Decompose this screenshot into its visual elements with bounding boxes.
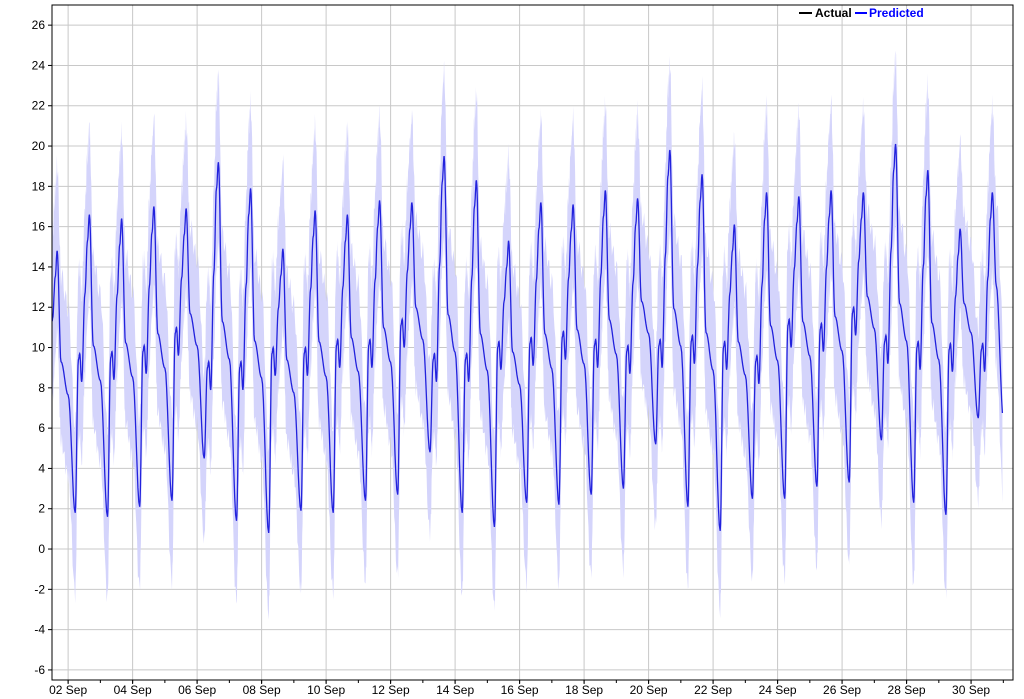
- x-tick-label: 18 Sep: [565, 683, 603, 697]
- y-tick-label: 12: [32, 300, 46, 314]
- y-tick-label: 6: [38, 421, 45, 435]
- x-axis: 02 Sep 04 Sep 06 Sep 08 Sep 10 Sep 12 Sep 14 S…: [49, 680, 1004, 697]
- y-tick-label: -2: [34, 582, 45, 596]
- y-tick-label: 24: [32, 58, 46, 72]
- y-tick-label: 18: [32, 179, 46, 193]
- x-tick-label: 08 Sep: [243, 683, 281, 697]
- chart-legend: Actual Predicted: [799, 6, 924, 20]
- x-tick-label: 28 Sep: [888, 683, 926, 697]
- y-tick-label: -6: [34, 663, 45, 677]
- y-tick-label: 22: [32, 99, 46, 113]
- x-tick-label: 10 Sep: [307, 683, 345, 697]
- y-tick-label: 10: [32, 341, 46, 355]
- x-tick-label: 12 Sep: [372, 683, 410, 697]
- x-tick-label: 16 Sep: [501, 683, 539, 697]
- y-tick-label: 26: [32, 18, 46, 32]
- y-tick-label: -4: [34, 623, 45, 637]
- y-tick-label: 0: [38, 542, 45, 556]
- x-tick-label: 14 Sep: [436, 683, 474, 697]
- x-tick-label: 24 Sep: [759, 683, 797, 697]
- x-tick-label: 22 Sep: [694, 683, 732, 697]
- y-tick-label: 4: [38, 461, 45, 475]
- y-tick-label: 14: [32, 260, 46, 274]
- x-tick-label: 02 Sep: [49, 683, 87, 697]
- legend-actual-label: Actual: [815, 6, 852, 20]
- y-tick-label: 20: [32, 139, 46, 153]
- x-tick-label: 26 Sep: [823, 683, 861, 697]
- forecast-chart: -6-4-202468101214161820222426 02 Sep 04 S…: [32, 4, 1014, 697]
- x-tick-label: 04 Sep: [114, 683, 152, 697]
- x-tick-label: 20 Sep: [630, 683, 668, 697]
- y-axis: -6-4-202468101214161820222426: [32, 18, 52, 677]
- x-tick-label: 06 Sep: [178, 683, 216, 697]
- y-tick-label: 8: [38, 381, 45, 395]
- y-tick-label: 2: [38, 502, 45, 516]
- legend-predicted-label: Predicted: [869, 6, 924, 20]
- x-tick-label: 30 Sep: [952, 683, 990, 697]
- y-tick-label: 16: [32, 220, 46, 234]
